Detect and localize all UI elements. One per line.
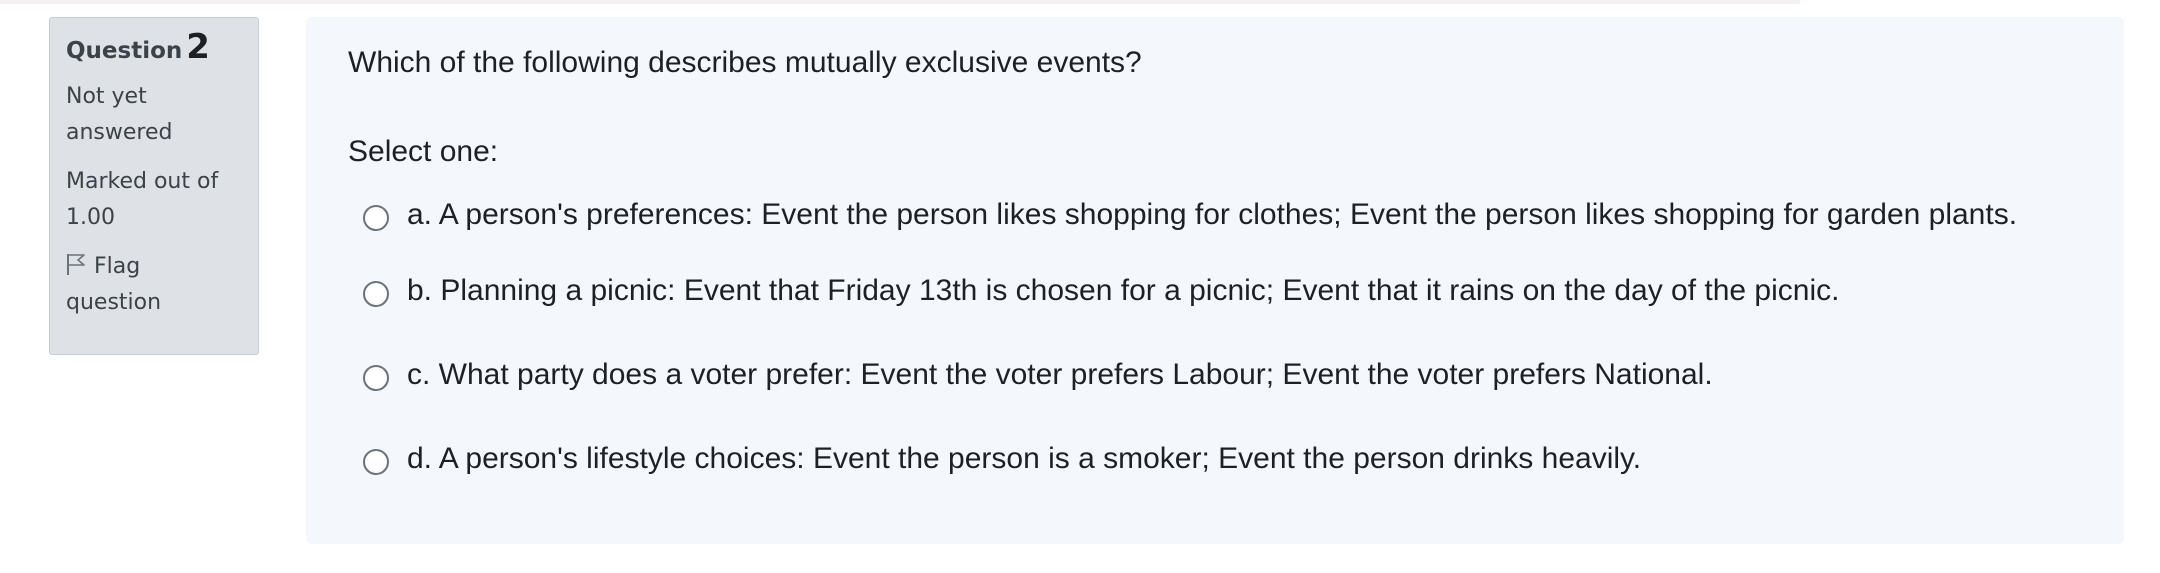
answer-option-a[interactable]: a. A person's preferences: Event the per…	[348, 181, 2084, 249]
question-number-heading: Question 2	[66, 30, 242, 66]
flag-icon	[67, 254, 85, 275]
answer-option-b[interactable]: b. Planning a picnic: Event that Friday …	[348, 249, 2084, 333]
answer-option-c[interactable]: c. What party does a voter prefer: Event…	[348, 333, 2084, 417]
radio-button-b[interactable]	[363, 281, 389, 307]
question-content: Which of the following describes mutuall…	[306, 17, 2124, 544]
answer-option-d[interactable]: d. A person's lifestyle choices: Event t…	[348, 417, 2084, 501]
flag-question-button[interactable]: Flag question	[66, 249, 242, 321]
radio-button-d[interactable]	[363, 449, 389, 475]
question-state: Not yet answered	[66, 84, 173, 145]
previous-question-bottom-edge	[0, 0, 1800, 4]
answer-label-b: b. Planning a picnic: Event that Friday …	[407, 274, 1840, 307]
question-info-panel: Question 2 Not yet answered Marked out of…	[49, 17, 259, 355]
answer-label-a: a. A person's preferences: Event the per…	[407, 198, 2018, 231]
question-grade: Marked out of 1.00	[66, 169, 219, 230]
answer-label-c: c. What party does a voter prefer: Event…	[407, 358, 1713, 391]
question-label: Question	[66, 38, 183, 64]
question-number: 2	[186, 27, 210, 67]
answer-label-d: d. A person's lifestyle choices: Event t…	[407, 442, 1642, 475]
radio-button-a[interactable]	[363, 205, 389, 231]
answer-list: a. A person's preferences: Event the per…	[348, 181, 2084, 501]
radio-button-c[interactable]	[363, 365, 389, 391]
question-text: Which of the following describes mutuall…	[348, 46, 1142, 79]
select-one-prompt: Select one:	[348, 135, 499, 168]
